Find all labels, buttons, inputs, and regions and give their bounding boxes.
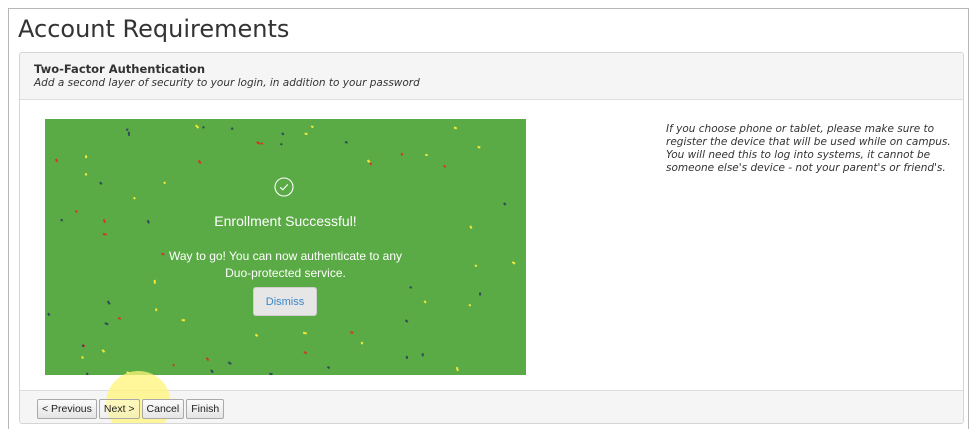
enrollment-success-message: Way to go! You can now authenticate to a… — [168, 249, 403, 280]
previous-button[interactable]: < Previous — [37, 399, 97, 419]
cancel-button[interactable]: Cancel — [141, 399, 185, 419]
panel-subtitle: Add a second layer of security to your l… — [34, 77, 420, 89]
two-factor-panel: Two-Factor Authentication Add a second l… — [19, 52, 964, 424]
dismiss-button[interactable]: Dismiss — [253, 287, 317, 316]
confetti-decoration — [47, 124, 516, 375]
wizard-buttons: < Previous Next > Cancel Finish — [37, 399, 225, 419]
panel-title: Two-Factor Authentication — [34, 62, 206, 76]
device-note: If you choose phone or tablet, please ma… — [666, 123, 951, 174]
window-frame: Account Requirements Two-Factor Authenti… — [8, 8, 969, 429]
duo-enrollment-frame: Enrollment Successful! Way to go! You ca… — [45, 119, 526, 375]
finish-button[interactable]: Finish — [186, 399, 225, 419]
enrollment-success-title: Enrollment Successful! — [214, 213, 357, 229]
page-title: Account Requirements — [18, 15, 290, 43]
next-button[interactable]: Next > — [98, 399, 140, 419]
check-circle-icon — [274, 177, 294, 197]
panel-heading: Two-Factor Authentication Add a second l… — [20, 53, 963, 100]
